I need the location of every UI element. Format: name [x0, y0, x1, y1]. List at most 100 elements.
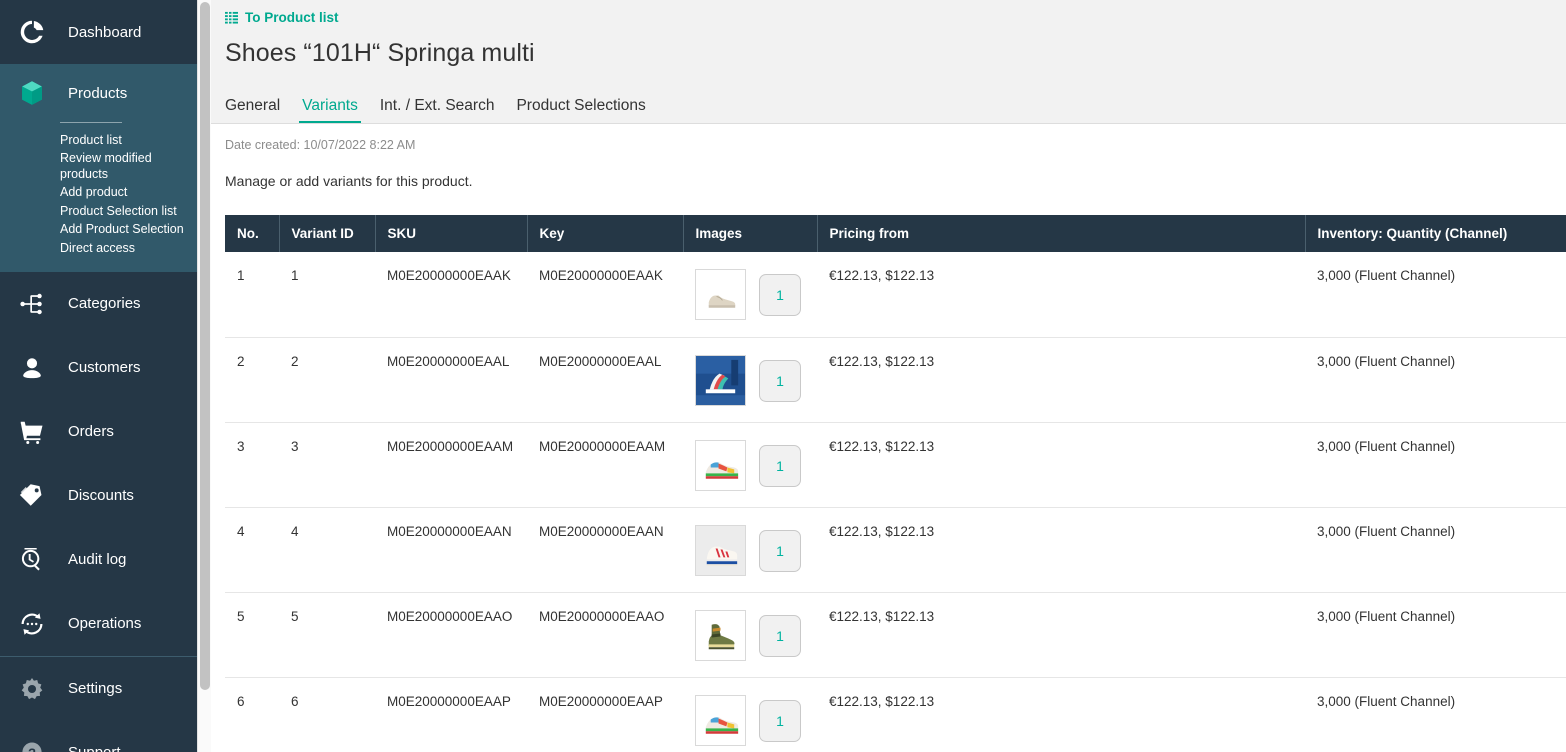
cell-pricing: €122.13, $122.13 [817, 592, 1305, 677]
tab-general[interactable]: General [225, 97, 291, 124]
image-count-badge[interactable]: 1 [759, 274, 801, 316]
cell-inventory: 3,000 (Fluent Channel) [1305, 337, 1566, 422]
orders-cart-icon [12, 412, 52, 452]
variant-thumbnail[interactable] [695, 695, 746, 746]
tab-product-selections[interactable]: Product Selections [505, 97, 656, 124]
variant-thumbnail[interactable] [695, 269, 746, 320]
sidebar-item-dashboard[interactable]: Dashboard [0, 0, 197, 64]
sidebar-item-customers[interactable]: Customers [0, 336, 197, 400]
column-header-inventory-quantity[interactable]: Inventory: Quantity (Channel) [1305, 215, 1566, 252]
cell-no: 6 [225, 677, 279, 752]
customers-person-icon [12, 348, 52, 388]
gear-icon [12, 669, 52, 709]
cell-inventory: 3,000 (Fluent Channel) [1305, 507, 1566, 592]
question-bubble-icon: ? [12, 733, 52, 752]
sidebar-item-label: Customers [68, 359, 141, 376]
subnav-item-product-selection-list[interactable]: Product Selection list [60, 202, 189, 221]
cell-no: 3 [225, 422, 279, 507]
subnav-item-review-modified-products[interactable]: Review modified products [60, 150, 189, 184]
table-header-row: No. Variant ID SKU Key Images Pricing fr… [225, 215, 1566, 252]
sidebar-item-categories[interactable]: Categories [0, 272, 197, 336]
cell-sku: M0E20000000EAAK [375, 252, 527, 337]
table-row[interactable]: 3 3 M0E20000000EAAM M0E20000000EAAM [225, 422, 1566, 507]
operations-refresh-icon [12, 604, 52, 644]
audit-log-search-clock-icon [12, 540, 52, 580]
sidebar-item-discounts[interactable]: Discounts [0, 464, 197, 528]
column-header-key[interactable]: Key [527, 215, 683, 252]
cell-key: M0E20000000EAAN [527, 507, 683, 592]
variants-table-head: No. Variant ID SKU Key Images Pricing fr… [225, 215, 1566, 252]
svg-text:?: ? [28, 745, 36, 752]
cell-inventory: 3,000 (Fluent Channel) [1305, 252, 1566, 337]
products-box-icon [12, 73, 52, 113]
subnav-item-direct-access[interactable]: Direct access [60, 239, 189, 258]
column-header-images[interactable]: Images [683, 215, 817, 252]
sidebar-item-label: Support [68, 744, 121, 752]
sidebar-item-orders[interactable]: Orders [0, 400, 197, 464]
cell-key: M0E20000000EAAO [527, 592, 683, 677]
cell-pricing: €122.13, $122.13 [817, 422, 1305, 507]
image-count-badge[interactable]: 1 [759, 530, 801, 572]
list-icon [225, 11, 238, 24]
variant-thumbnail[interactable] [695, 525, 746, 576]
column-header-pricing-from[interactable]: Pricing from [817, 215, 1305, 252]
scrollbar-thumb[interactable] [200, 2, 210, 690]
cell-variant-id: 4 [279, 507, 375, 592]
main-sidebar: Dashboard Products Product list Review m… [0, 0, 197, 752]
table-row[interactable]: 1 1 M0E20000000EAAK M0E20000000EAAK [225, 252, 1566, 337]
subnav-divider [60, 122, 122, 123]
cell-key: M0E20000000EAAP [527, 677, 683, 752]
products-subnav: Product list Review modified products Ad… [0, 131, 197, 258]
cell-no: 4 [225, 507, 279, 592]
sidebar-item-label: Operations [68, 615, 141, 632]
sidebar-item-label: Dashboard [68, 24, 141, 41]
cell-images: 1 [683, 252, 817, 337]
sidebar-item-products[interactable]: Products [0, 64, 197, 122]
page-tabs: General Variants Int. / Ext. Search Prod… [225, 82, 657, 124]
subnav-item-add-product[interactable]: Add product [60, 184, 189, 203]
table-row[interactable]: 5 5 M0E20000000EAAO M0E20000000EAAO [225, 592, 1566, 677]
table-row[interactable]: 2 2 M0E20000000EAAL M0E20000000EAAL [225, 337, 1566, 422]
sidebar-item-support[interactable]: ? Support [0, 721, 197, 752]
cell-images: 1 [683, 422, 817, 507]
image-count-badge[interactable]: 1 [759, 615, 801, 657]
variant-thumbnail[interactable] [695, 440, 746, 491]
cell-key: M0E20000000EAAK [527, 252, 683, 337]
breadcrumb-to-product-list[interactable]: To Product list [225, 8, 1566, 26]
main-content: To Product list Shoes “101H“ Springa mul… [211, 0, 1566, 752]
subnav-item-add-product-selection[interactable]: Add Product Selection [60, 221, 189, 240]
header-bottom-rule [211, 123, 1566, 124]
sidebar-item-audit-log[interactable]: Audit log [0, 528, 197, 592]
variants-description: Manage or add variants for this product. [225, 173, 1552, 189]
categories-tree-icon [12, 284, 52, 324]
column-header-no[interactable]: No. [225, 215, 279, 252]
image-count-badge[interactable]: 1 [759, 445, 801, 487]
column-header-variant-id[interactable]: Variant ID [279, 215, 375, 252]
cell-key: M0E20000000EAAM [527, 422, 683, 507]
variants-table-body: 1 1 M0E20000000EAAK M0E20000000EAAK [225, 252, 1566, 752]
cell-no: 5 [225, 592, 279, 677]
cell-sku: M0E20000000EAAL [375, 337, 527, 422]
cell-sku: M0E20000000EAAP [375, 677, 527, 752]
tab-variants[interactable]: Variants [291, 97, 369, 124]
table-row[interactable]: 6 6 M0E20000000EAAP M0E20000000EAAP [225, 677, 1566, 752]
cell-key: M0E20000000EAAL [527, 337, 683, 422]
image-count-badge[interactable]: 1 [759, 700, 801, 742]
sidebar-item-label: Products [68, 85, 127, 102]
page-vertical-scrollbar[interactable] [197, 0, 211, 752]
cell-pricing: €122.13, $122.13 [817, 252, 1305, 337]
subnav-item-product-list[interactable]: Product list [60, 131, 189, 150]
variant-thumbnail[interactable] [695, 610, 746, 661]
cell-inventory: 3,000 (Fluent Channel) [1305, 592, 1566, 677]
page-header: To Product list Shoes “101H“ Springa mul… [211, 0, 1566, 124]
sidebar-item-settings[interactable]: Settings [0, 657, 197, 721]
discounts-tag-icon [12, 476, 52, 516]
image-count-badge[interactable]: 1 [759, 360, 801, 402]
column-header-sku[interactable]: SKU [375, 215, 527, 252]
tab-int-ext-search[interactable]: Int. / Ext. Search [369, 97, 506, 124]
sidebar-item-label: Orders [68, 423, 114, 440]
table-row[interactable]: 4 4 M0E20000000EAAN M0E20000000EAAN [225, 507, 1566, 592]
sidebar-item-operations[interactable]: Operations [0, 592, 197, 656]
variant-thumbnail[interactable] [695, 355, 746, 406]
breadcrumb-label: To Product list [245, 10, 339, 25]
